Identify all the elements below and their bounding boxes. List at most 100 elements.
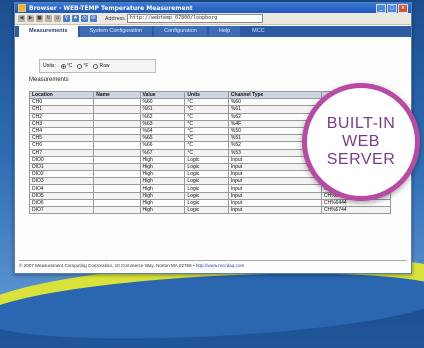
table-cell [93, 134, 141, 143]
minimize-button[interactable]: _ [376, 3, 386, 13]
units-option-celsius[interactable]: °C [60, 63, 72, 69]
section-title: Measurements [29, 77, 69, 83]
table-cell: High [139, 155, 186, 164]
table-cell: High [139, 184, 186, 193]
table-row: DIO7 High Logic Input CH%6744 [28, 205, 392, 215]
footer-text: © 2007 Measurement Computing Corporation… [19, 263, 195, 268]
radio-icon[interactable] [60, 63, 66, 69]
table-cell: CH1 [28, 105, 95, 114]
radio-icon[interactable] [77, 63, 83, 69]
address-bar[interactable]: http://webtemp_07800/loopborg [126, 14, 263, 23]
units-option-label: °F [83, 63, 89, 69]
table-cell: °C [184, 105, 229, 114]
table-cell: %60 [139, 98, 186, 107]
column-header: Channel Type [227, 90, 322, 100]
home-icon[interactable]: ⌂ [54, 15, 61, 22]
table-cell: %61 [227, 105, 322, 114]
tab-mcc[interactable]: MCC [242, 26, 275, 37]
table-cell: Input [227, 198, 322, 208]
table-cell [93, 198, 141, 208]
table-cell [93, 105, 141, 114]
table-cell: DIO5 [28, 191, 95, 200]
maximize-button[interactable]: □ [387, 3, 397, 13]
table-cell [93, 98, 141, 107]
footer-link[interactable]: http://www.mccdaq.com [196, 263, 245, 268]
table-cell: CH2 [28, 112, 95, 121]
table-cell: Input [227, 205, 322, 215]
table-cell: °C [184, 119, 229, 128]
table-cell: %60 [227, 98, 322, 107]
table-cell: DIO3 [28, 177, 95, 186]
table-cell: °C [184, 126, 229, 136]
table-cell: %63 [139, 119, 186, 128]
toolbar: ◀ ▶ ■ ↻ ⌂ ⚲ ★ ◷ ✉ Address http://webtemp… [15, 13, 411, 25]
table-cell [93, 119, 141, 128]
table-cell: CH6 [28, 141, 95, 150]
table-cell: %62 [139, 112, 186, 121]
tab-help[interactable]: Help [208, 26, 241, 37]
column-header: Units [184, 90, 229, 100]
forward-icon[interactable]: ▶ [27, 15, 34, 22]
table-cell: DIO0 [28, 155, 95, 164]
table-cell: Input [227, 191, 322, 200]
units-option-label: Raw [99, 63, 110, 69]
decorative-swoosh-blue [0, 263, 424, 348]
refresh-icon[interactable]: ↻ [45, 15, 52, 22]
table-cell: Logic [184, 155, 229, 164]
window-title: Browser - WEB-TEMP Temperature Measureme… [29, 4, 193, 12]
address-label: Address [105, 15, 125, 22]
table-cell: %66 [139, 141, 186, 150]
table-cell [93, 148, 141, 157]
table-cell: High [139, 162, 186, 172]
mail-icon[interactable]: ✉ [90, 15, 97, 22]
tab-system-configuration[interactable]: System Configuration [79, 26, 153, 37]
table-cell: °C [184, 148, 229, 157]
tab-measurements[interactable]: Measurements [19, 26, 78, 37]
table-cell: DIO1 [28, 162, 95, 172]
table-cell: %67 [139, 148, 186, 157]
table-row: DIO6 High Logic Input CH%6444 [28, 198, 392, 208]
table-cell: %64 [139, 126, 186, 136]
table-cell: CH%6744 [320, 205, 392, 215]
table-cell [93, 170, 141, 179]
built-in-web-server-badge: BUILT-IN WEB SERVER [302, 83, 420, 201]
tab-configuration[interactable]: Configuration [154, 26, 207, 37]
units-selector: Units: °C °F Raw [39, 59, 156, 73]
column-header: Value [139, 90, 186, 100]
tab-bar: Measurements System Configuration Config… [15, 26, 411, 37]
table-cell: DIO2 [28, 170, 95, 179]
units-option-raw[interactable]: Raw [93, 63, 109, 69]
table-cell [93, 126, 141, 136]
table-cell [93, 112, 141, 121]
search-icon[interactable]: ⚲ [63, 15, 70, 22]
history-icon[interactable]: ◷ [81, 15, 88, 22]
table-cell: Logic [184, 177, 229, 186]
units-label: Units: [43, 63, 56, 69]
table-cell: Logic [184, 184, 229, 193]
table-cell: Input [227, 184, 322, 193]
table-cell: High [139, 191, 186, 200]
column-header: Location [28, 90, 95, 100]
badge-line: BUILT-IN [326, 115, 396, 132]
stop-icon[interactable]: ■ [36, 15, 43, 22]
table-cell: Logic [184, 170, 229, 179]
browser-icon [18, 4, 26, 12]
table-cell [93, 191, 141, 200]
table-cell: High [139, 177, 186, 186]
table-cell: %61 [139, 105, 186, 114]
table-cell: High [139, 205, 186, 215]
close-button[interactable]: × [398, 3, 408, 13]
table-cell [93, 177, 141, 186]
table-cell: °C [184, 141, 229, 150]
radio-icon[interactable] [93, 63, 99, 69]
favorites-icon[interactable]: ★ [72, 15, 79, 22]
units-option-fahrenheit[interactable]: °F [77, 63, 88, 69]
table-cell [93, 184, 141, 193]
back-icon[interactable]: ◀ [18, 15, 25, 22]
table-cell [93, 162, 141, 172]
table-cell: Input [227, 170, 322, 179]
table-cell: DIO7 [28, 205, 95, 215]
table-cell: Logic [184, 205, 229, 215]
table-cell: CH5 [28, 134, 95, 143]
table-cell [93, 155, 141, 164]
